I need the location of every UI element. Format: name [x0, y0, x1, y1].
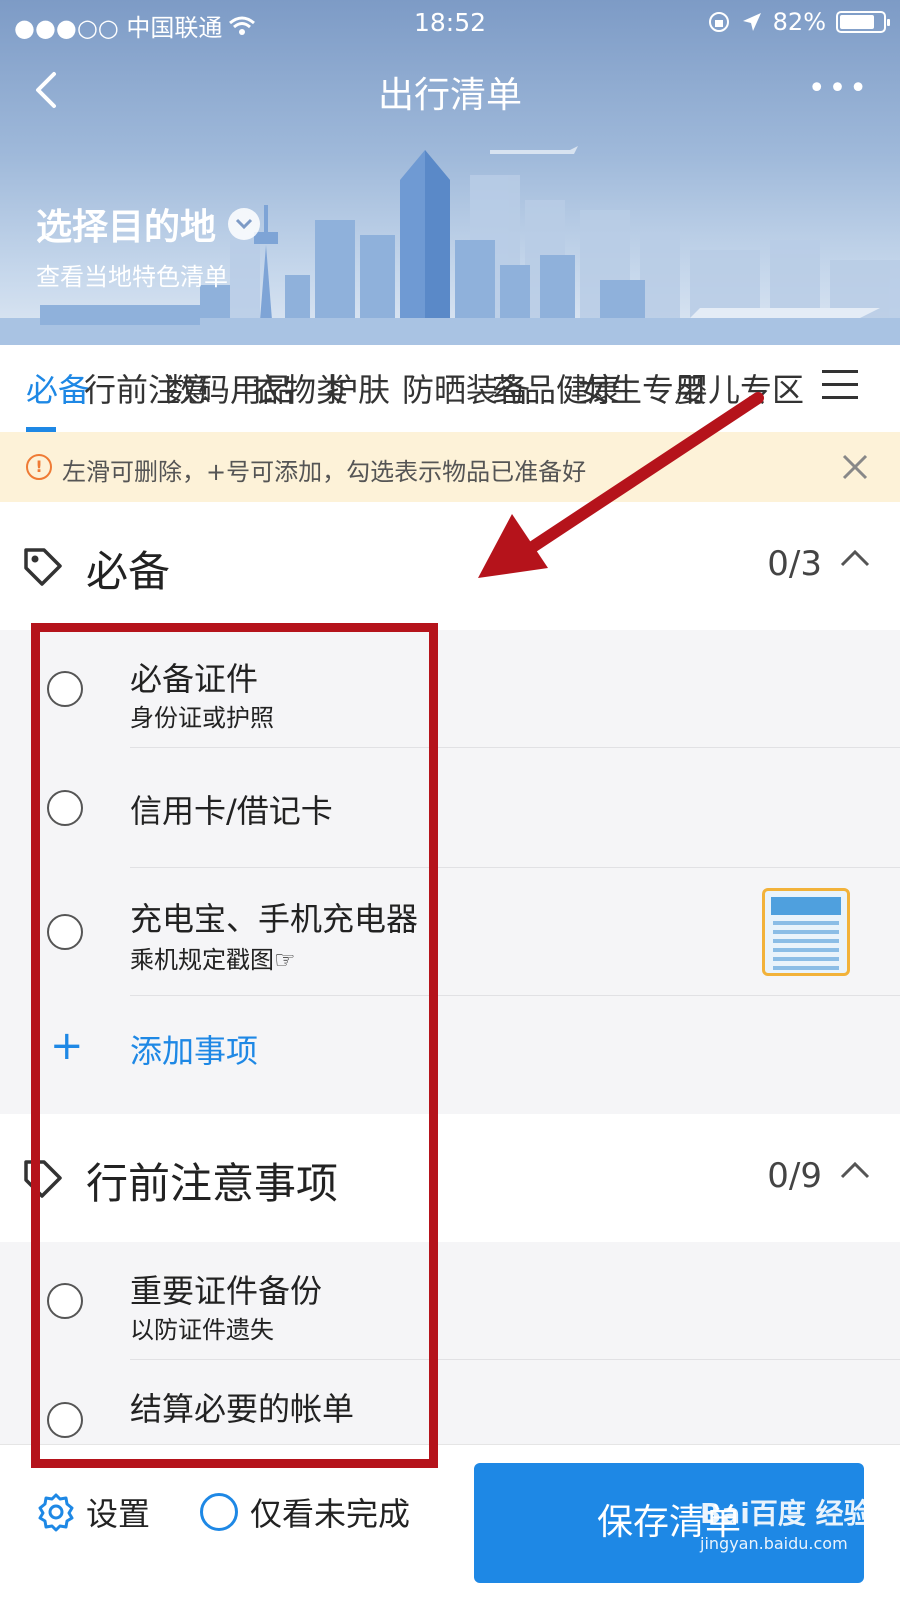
- tab-strip[interactable]: 必备 行前注意 数码用品 衣物类 护肤 防晒装备 药品健康 女生专用 婴儿专区: [26, 365, 816, 411]
- item-name: 必备证件: [130, 660, 259, 698]
- tag-icon: [24, 1160, 62, 1198]
- rotation-lock-icon: [708, 12, 729, 32]
- item-note: 身份证或护照: [130, 704, 274, 732]
- battery-icon: [836, 11, 890, 33]
- close-icon[interactable]: [840, 452, 870, 482]
- show-unfinished-toggle[interactable]: 仅看未完成: [200, 1489, 410, 1535]
- watermark-logo: Bai百度 经验: [700, 1497, 872, 1530]
- section-count: 0/3: [767, 544, 822, 584]
- tab-essentials[interactable]: 必备: [26, 365, 90, 411]
- add-item-label: 添加事项: [130, 1032, 259, 1070]
- list-item[interactable]: 重要证件备份 以防证件遗失: [0, 1242, 900, 1360]
- section-header-essentials[interactable]: 必备 0/3: [0, 502, 900, 630]
- list-item[interactable]: 结算必要的帐单: [0, 1360, 900, 1444]
- destination-title: 选择目的地: [36, 207, 217, 248]
- destination-subtitle[interactable]: 查看当地特色清单: [36, 257, 228, 292]
- settings-label: 设置: [86, 1495, 151, 1533]
- tab-skincare[interactable]: 护肤: [326, 365, 390, 411]
- section-header-pre-trip[interactable]: 行前注意事项 0/9: [0, 1114, 900, 1242]
- battery-percent: 82%: [772, 8, 826, 36]
- more-icon[interactable]: •••: [808, 74, 870, 104]
- plus-icon: +: [50, 1023, 84, 1069]
- item-name: 重要证件备份: [130, 1272, 323, 1310]
- category-tabs: 必备 行前注意 数码用品 衣物类 护肤 防晒装备 药品健康 女生专用 婴儿专区: [0, 345, 900, 432]
- tab-baby[interactable]: 婴儿专区: [676, 365, 804, 411]
- rule-screenshot-thumbnail[interactable]: [762, 888, 850, 976]
- chevron-up-icon[interactable]: [840, 1160, 870, 1180]
- warning-icon: !: [26, 454, 52, 480]
- add-item-row[interactable]: + 添加事项: [0, 996, 900, 1114]
- section-title: 必备: [86, 547, 171, 596]
- settings-button[interactable]: 设置: [36, 1489, 150, 1535]
- filter-label: 仅看未完成: [250, 1495, 411, 1533]
- hint-text: 左滑可删除，+号可添加，勾选表示物品已准备好: [62, 458, 587, 486]
- header-banner: ●●●○○ 中国联通 18:52 82% 出行清单 ••• 选择目的地 查看当地…: [0, 0, 900, 345]
- baidu-jingyan-watermark: Bai百度 经验 jingyan.baidu.com: [700, 1492, 872, 1553]
- radio-icon: [200, 1493, 238, 1531]
- chevron-up-icon[interactable]: [840, 548, 870, 568]
- status-bar: ●●●○○ 中国联通 18:52 82%: [0, 0, 900, 46]
- checkbox[interactable]: [47, 914, 83, 950]
- section-count: 0/9: [767, 1156, 822, 1196]
- page-title: 出行清单: [377, 75, 522, 116]
- watermark-url: jingyan.baidu.com: [700, 1534, 848, 1553]
- item-name: 结算必要的帐单: [130, 1390, 355, 1428]
- city-skyline-illustration: [0, 146, 900, 345]
- destination-selector[interactable]: 选择目的地: [36, 198, 261, 250]
- location-arrow-icon: [742, 13, 761, 31]
- checkbox[interactable]: [47, 1402, 83, 1438]
- list-item[interactable]: 充电宝、手机充电器 乘机规定戳图☞: [0, 868, 900, 996]
- item-note-link[interactable]: 乘机规定戳图☞: [130, 940, 296, 975]
- item-name: 信用卡/借记卡: [130, 792, 333, 830]
- checkbox[interactable]: [47, 671, 83, 707]
- item-name: 充电宝、手机充电器: [130, 900, 419, 938]
- gear-icon: [38, 1493, 74, 1532]
- menu-icon[interactable]: [822, 370, 858, 400]
- section-title: 行前注意事项: [86, 1159, 339, 1208]
- list-item[interactable]: 必备证件 身份证或护照: [0, 630, 900, 748]
- tag-icon: [24, 548, 62, 586]
- list-item[interactable]: 信用卡/借记卡: [0, 748, 900, 868]
- item-note: 以防证件遗失: [130, 1316, 274, 1344]
- battery-fill: [840, 15, 875, 29]
- checkbox[interactable]: [47, 1283, 83, 1319]
- checkbox[interactable]: [47, 790, 83, 826]
- hint-banner: ! 左滑可删除，+号可添加，勾选表示物品已准备好: [0, 432, 900, 502]
- chevron-down-icon: [228, 208, 261, 240]
